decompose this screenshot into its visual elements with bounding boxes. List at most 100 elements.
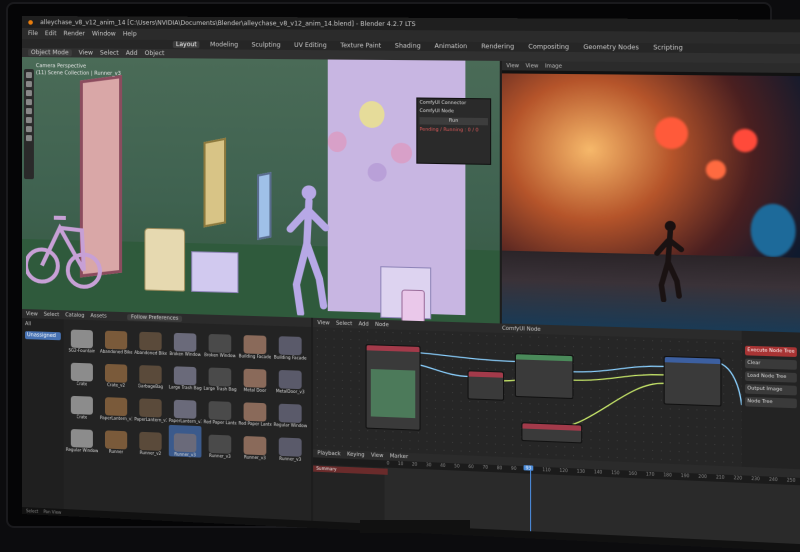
asset-item[interactable]: Large Trash Bag (204, 359, 236, 392)
tab-compositing[interactable]: Compositing (525, 43, 572, 51)
output-image-label: Output Image (745, 384, 797, 396)
status-select: Select (25, 508, 39, 514)
asset-label: Runner_v3 (279, 455, 302, 462)
asset-item[interactable]: Abandoned Bike (100, 322, 132, 355)
node-latent[interactable] (521, 422, 583, 444)
asset-thumbnail (208, 367, 232, 387)
tab-geometry-nodes[interactable]: Geometry Nodes (580, 44, 642, 52)
add-cube-tool-icon[interactable] (25, 135, 32, 142)
asset-item[interactable]: Building Facade (238, 327, 271, 360)
menu-edit[interactable]: Edit (45, 30, 57, 37)
menu-render[interactable]: Render (64, 30, 85, 37)
3d-viewport[interactable]: Camera Perspective (11) Scene Collection… (22, 57, 500, 324)
render-lantern-glow (705, 160, 726, 180)
timeline-menu-keying[interactable]: Keying (347, 452, 365, 459)
asset-item[interactable]: Runner_v3 (204, 426, 237, 459)
asset-item[interactable]: Abandoned Bike (134, 324, 167, 356)
viewport-menu-view[interactable]: View (79, 49, 93, 56)
tab-animation[interactable]: Animation (431, 43, 470, 51)
asset-item[interactable]: MetalDoor_v3 (274, 362, 307, 395)
asset-item[interactable]: PaperLantern_v3 (169, 391, 201, 424)
catalog-all[interactable]: All (25, 321, 61, 328)
node-load-image[interactable] (365, 344, 421, 431)
viewport-menu-select[interactable]: Select (100, 50, 119, 57)
viewport-menu-add[interactable]: Add (126, 50, 138, 57)
clear-button[interactable]: Clear (745, 358, 797, 370)
asset-item[interactable]: Crate (66, 388, 98, 420)
image-menu-view[interactable]: View (506, 63, 519, 69)
asset-item[interactable]: Runner_v3 (238, 428, 271, 461)
comfy-run-button[interactable]: Run (419, 117, 488, 126)
asset-menu-view[interactable]: View (26, 311, 38, 317)
asset-item[interactable]: Runner_v3 (168, 424, 202, 458)
load-node-tree-button[interactable]: Load Node Tree (745, 371, 797, 383)
current-frame-label: 93 (523, 465, 534, 471)
node-output[interactable] (663, 355, 722, 407)
asset-item[interactable]: Red Paper Lantern (238, 394, 272, 427)
tab-modeling[interactable]: Modeling (207, 41, 241, 48)
timeline-menu-playback[interactable]: Playback (317, 450, 340, 457)
object-mode-dropdown[interactable]: Object Mode (27, 49, 72, 57)
scale-tool-icon[interactable] (25, 99, 32, 106)
image-menu-view-2[interactable]: View (526, 63, 539, 69)
asset-menu-select[interactable]: Select (44, 311, 59, 317)
tab-layout[interactable]: Layout (172, 41, 200, 49)
timeline-menu-view[interactable]: View (371, 452, 384, 459)
render-runner (653, 220, 686, 302)
viewport-menu-object[interactable]: Object (145, 50, 165, 57)
asset-item[interactable]: Runner_v3 (274, 429, 307, 462)
timeline-menu-marker[interactable]: Marker (390, 453, 408, 460)
asset-label: Regular Window (65, 446, 98, 454)
select-tool-icon[interactable] (25, 72, 32, 79)
asset-item[interactable]: GarbageBag (134, 357, 166, 390)
image-menu-image[interactable]: Image (545, 63, 562, 69)
library-dropdown[interactable]: Follow Preferences (126, 313, 183, 322)
move-tool-icon[interactable] (25, 81, 32, 88)
asset-item[interactable]: Crate_v2 (100, 356, 132, 388)
tab-shading[interactable]: Shading (392, 42, 424, 49)
asset-item[interactable]: PaperLantern_v3 (100, 389, 132, 421)
menu-help[interactable]: Help (123, 31, 137, 38)
asset-menu-catalog[interactable]: Catalog (65, 312, 84, 319)
playhead[interactable]: 93 (523, 465, 534, 532)
asset-thumbnail (70, 428, 93, 448)
asset-item[interactable]: Red Paper Lantern (204, 393, 236, 426)
node-editor[interactable]: View Select Add Node ComfyUI Node (313, 317, 742, 467)
measure-tool-icon[interactable] (25, 126, 32, 133)
tab-rendering[interactable]: Rendering (478, 43, 517, 51)
asset-item[interactable]: Crate (66, 354, 98, 386)
asset-item[interactable]: Runner_v2 (134, 423, 166, 456)
execute-node-tree-button[interactable]: Execute Node Tree (745, 345, 797, 357)
catalog-unassigned[interactable]: Unassigned (24, 331, 61, 341)
asset-item[interactable]: Building Facade (274, 328, 307, 361)
asset-thumbnail (243, 335, 267, 355)
node-text-prompt[interactable] (467, 370, 505, 401)
asset-item[interactable]: PaperLantern_v3 (134, 390, 167, 423)
window-title: alleychase_v8_v12_anim_14 [C:\Users\NVID… (40, 18, 416, 28)
node-sampler[interactable] (514, 353, 574, 400)
menu-file[interactable]: File (28, 30, 38, 37)
asset-label: Red Paper Lantern (238, 420, 272, 427)
asset-item[interactable]: SG2-Fountain (66, 321, 98, 353)
tab-sculpting[interactable]: Sculpting (248, 42, 283, 49)
asset-grid: SG2-Fountain Abandoned Bike Abandoned Bike… (66, 321, 309, 462)
rendered-alley-image (501, 73, 800, 333)
asset-item[interactable]: Metal Door (238, 360, 271, 393)
annotate-tool-icon[interactable] (25, 117, 32, 124)
rotate-tool-icon[interactable] (25, 90, 32, 97)
asset-item[interactable]: Regular Window (274, 395, 307, 428)
tab-texture-paint[interactable]: Texture Paint (337, 42, 384, 50)
asset-item[interactable]: Broken Window (169, 325, 202, 358)
asset-item[interactable]: Large Trash Bag (169, 358, 201, 391)
menu-window[interactable]: Window (92, 30, 116, 37)
asset-menu-assets[interactable]: Assets (90, 313, 106, 320)
asset-item[interactable]: Runner (100, 422, 132, 455)
tab-uv-editing[interactable]: UV Editing (291, 42, 330, 49)
asset-thumbnail (104, 430, 128, 450)
asset-item[interactable]: Broken Window (204, 326, 237, 359)
transform-tool-icon[interactable] (25, 108, 32, 115)
asset-item[interactable]: Regular Window (66, 421, 98, 453)
frame-tick-label: 0 (386, 460, 390, 466)
tab-scripting[interactable]: Scripting (650, 44, 686, 52)
image-editor[interactable]: View View Image (501, 60, 800, 333)
